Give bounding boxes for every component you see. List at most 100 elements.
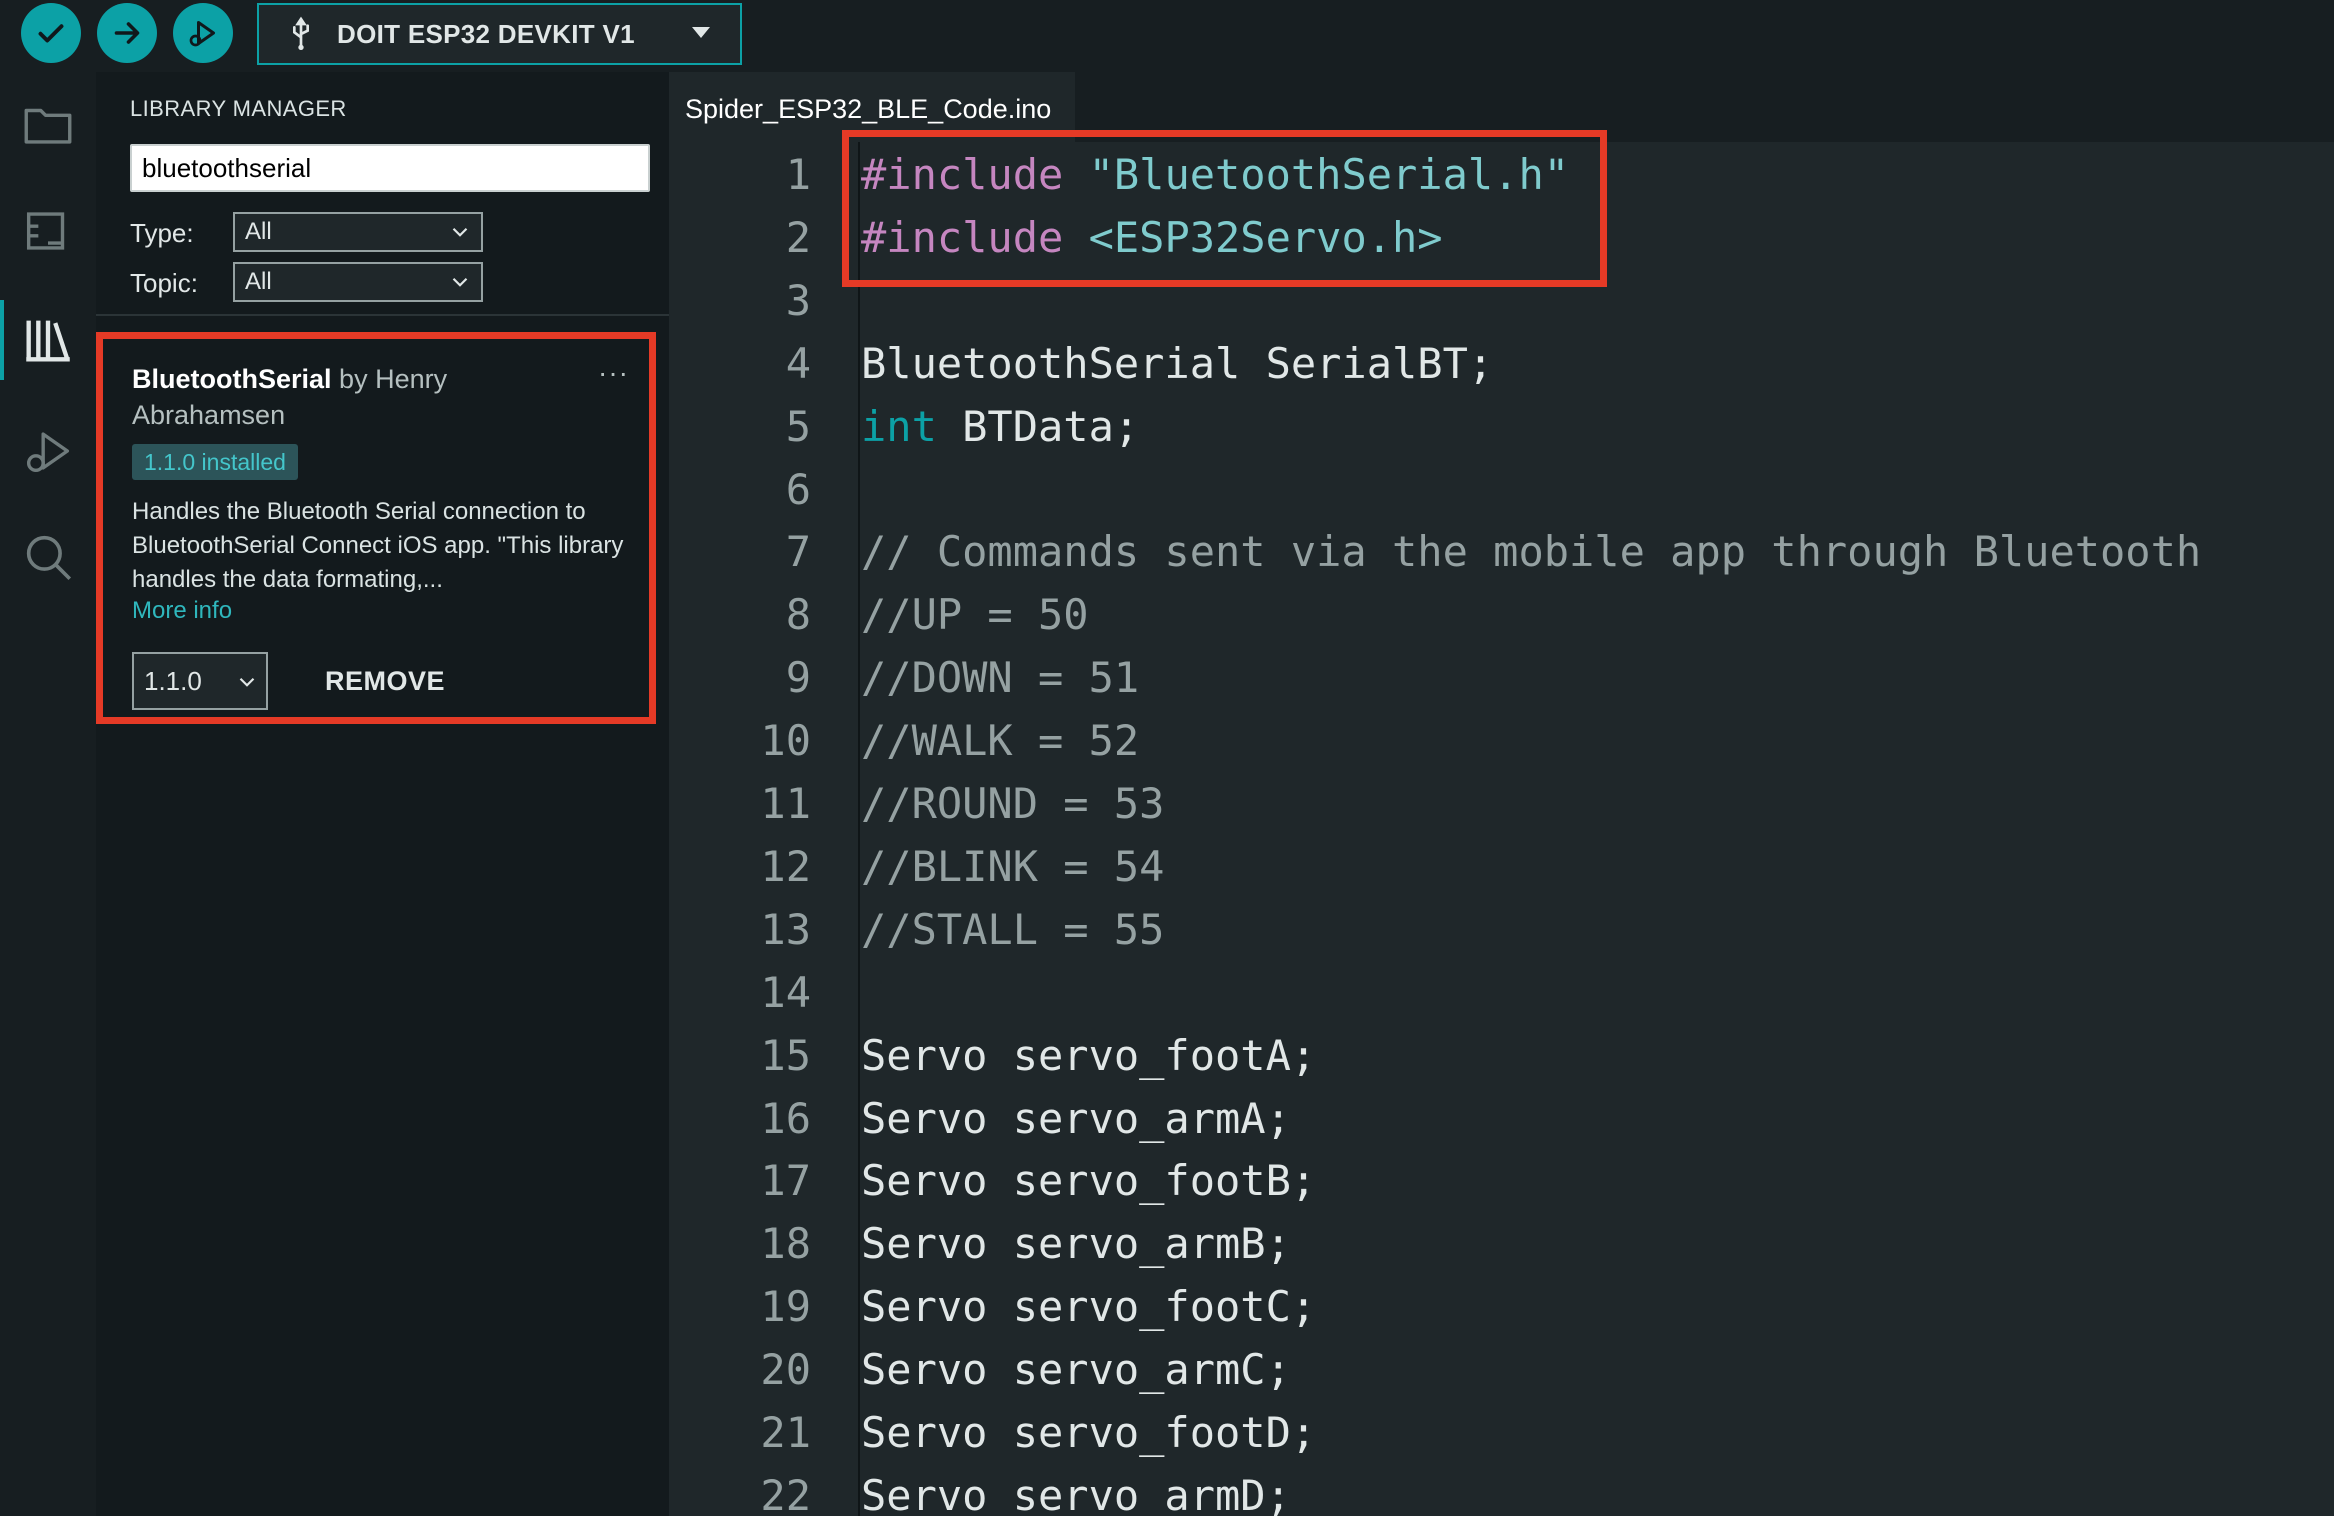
topic-select[interactable]: All <box>233 262 483 302</box>
line-number: 13 <box>760 904 811 954</box>
line-number: 6 <box>785 464 811 514</box>
folder-icon <box>24 108 72 144</box>
line-text: Servo servo_armA; <box>861 1093 1291 1143</box>
library-search-input[interactable] <box>130 144 650 192</box>
debug-panel-button[interactable] <box>0 403 96 499</box>
board-selector[interactable]: DOIT ESP32 DEVKIT V1 <box>257 3 742 65</box>
line-number: 16 <box>760 1093 811 1143</box>
line-text: Servo servo_footB; <box>861 1156 1317 1206</box>
type-select-value: All <box>245 218 272 245</box>
code-line: 8 //UP = 50 <box>669 584 2334 646</box>
library-manager-button[interactable] <box>0 292 96 388</box>
arduino-ide-window: DOIT ESP32 DEVKIT V1 LIBRARY MANAGER Typ… <box>0 0 2334 1516</box>
line-number: 7 <box>785 527 811 577</box>
line-text: //WALK = 52 <box>861 716 1140 766</box>
library-name: BluetoothSerial <box>132 364 332 394</box>
usb-icon <box>293 16 309 50</box>
code-line: 12 //BLINK = 54 <box>669 836 2334 898</box>
type-select[interactable]: All <box>233 212 483 252</box>
activity-bar <box>0 72 96 1516</box>
code-line: 11 //ROUND = 53 <box>669 773 2334 835</box>
topic-label: Topic: <box>130 268 198 298</box>
line-text: int BTData; <box>861 401 1140 451</box>
type-label: Type: <box>130 218 194 248</box>
version-value: 1.1.0 <box>144 665 202 696</box>
code-line: 20 Servo servo_armC; <box>669 1339 2334 1401</box>
chevron-down-icon <box>452 227 468 237</box>
line-number: 9 <box>785 653 811 703</box>
installed-badge: 1.1.0 installed <box>132 444 298 480</box>
line-number: 2 <box>785 212 811 262</box>
line-number: 4 <box>785 338 811 388</box>
chevron-down-icon <box>239 677 255 687</box>
code-line: 21 Servo servo_footD; <box>669 1402 2334 1464</box>
library-by: by Henry <box>339 364 448 394</box>
library-author: Abrahamsen <box>132 400 286 430</box>
board-name: DOIT ESP32 DEVKIT V1 <box>337 18 635 49</box>
line-text: //STALL = 55 <box>861 904 1165 954</box>
line-text: // Commands sent via the mobile app thro… <box>861 527 2202 577</box>
include-highlight-box <box>842 130 1607 287</box>
code-line: 4 BluetoothSerial SerialBT; <box>669 333 2334 395</box>
line-text: //BLINK = 54 <box>861 841 1165 891</box>
remove-button[interactable]: REMOVE <box>325 652 445 710</box>
toolbar: DOIT ESP32 DEVKIT V1 <box>0 0 2334 72</box>
arrow-right-icon <box>114 22 140 44</box>
code-line: 7 // Commands sent via the mobile app thr… <box>669 521 2334 583</box>
library-manager-panel: LIBRARY MANAGER Type: All Topic: All Blu… <box>96 72 669 1516</box>
library-header: BluetoothSerial by Henry Abrahamsen <box>132 361 602 433</box>
board-icon <box>26 212 65 250</box>
code-line: 9 //DOWN = 51 <box>669 647 2334 709</box>
line-number: 18 <box>760 1219 811 1269</box>
topic-select-value: All <box>245 268 272 295</box>
code-line: 6 <box>669 459 2334 521</box>
line-text: Servo servo_footC; <box>861 1282 1317 1332</box>
debug-button[interactable] <box>173 3 233 63</box>
debug-icon <box>189 21 215 47</box>
panel-title: LIBRARY MANAGER <box>130 96 347 121</box>
line-number: 15 <box>760 1030 811 1080</box>
line-text: BluetoothSerial SerialBT; <box>861 338 1494 388</box>
code-line: 19 Servo servo_footC; <box>669 1276 2334 1338</box>
version-select[interactable]: 1.1.0 <box>132 652 268 710</box>
code-editor[interactable]: 1 #include "BluetoothSerial.h" 2 #include <… <box>669 142 2334 1516</box>
line-number: 21 <box>760 1408 811 1457</box>
line-number: 10 <box>760 716 811 766</box>
line-number: 22 <box>760 1470 811 1516</box>
code-line: 14 <box>669 962 2334 1024</box>
search-button[interactable] <box>0 509 96 605</box>
line-text: Servo servo_armD; <box>861 1470 1291 1516</box>
library-card: BluetoothSerial by Henry Abrahamsen ··· … <box>96 332 656 724</box>
line-text: //DOWN = 51 <box>861 653 1140 703</box>
code-line: 18 Servo servo_armB; <box>669 1213 2334 1275</box>
line-text: //UP = 50 <box>861 590 1089 640</box>
code-line: 17 Servo servo_footB; <box>669 1150 2334 1212</box>
verify-button[interactable] <box>21 3 81 63</box>
code-line: 10 //WALK = 52 <box>669 710 2334 772</box>
chevron-down-icon <box>452 277 468 287</box>
code-line: 5 int BTData; <box>669 396 2334 458</box>
sketchbook-button[interactable] <box>0 77 96 173</box>
boards-manager-button[interactable] <box>0 183 96 279</box>
upload-button[interactable] <box>97 3 157 63</box>
line-number: 17 <box>760 1156 811 1206</box>
line-number: 5 <box>785 401 811 451</box>
library-description: Handles the Bluetooth Serial connection … <box>132 498 624 593</box>
line-number: 3 <box>785 275 811 325</box>
line-number: 12 <box>760 841 811 891</box>
more-options-button[interactable]: ··· <box>598 357 629 389</box>
search-icon <box>26 535 72 581</box>
caret-down-icon <box>692 27 710 38</box>
code-line: 15 Servo servo_footA; <box>669 1025 2334 1087</box>
code-line: 13 //STALL = 55 <box>669 899 2334 961</box>
more-info-link[interactable]: More info <box>132 597 232 625</box>
line-number: 19 <box>760 1282 811 1332</box>
library-icon <box>26 320 70 362</box>
divider <box>96 314 669 316</box>
code-line: 16 Servo servo_armA; <box>669 1088 2334 1150</box>
debug-icon <box>26 432 70 473</box>
line-text: //ROUND = 53 <box>861 779 1165 828</box>
line-text: Servo servo_armB; <box>861 1219 1291 1269</box>
checkmark-icon <box>38 24 64 43</box>
code-line: 22 Servo servo_armD; <box>669 1465 2334 1516</box>
